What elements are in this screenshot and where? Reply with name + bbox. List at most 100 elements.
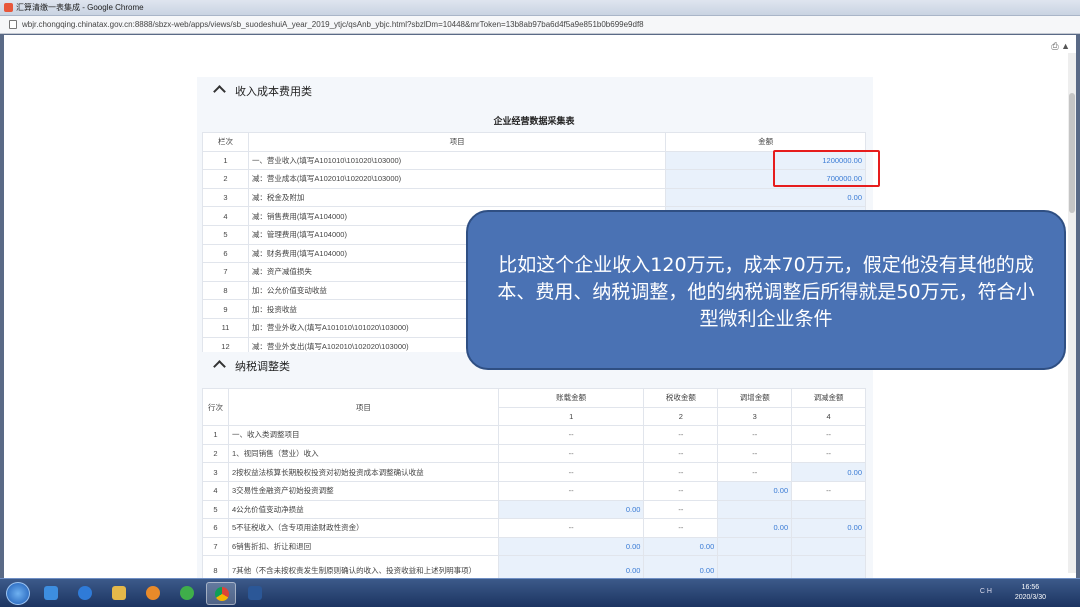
row-item-label: 3交易性金融资产初始投资调整 (227, 480, 499, 501)
table-row: 7 6销售折扣、折让和退回 0.00 0.00 (202, 536, 866, 557)
header-col-number: 4 (791, 406, 866, 427)
table-row: 2 1、视同销售（营业）收入 -- -- -- -- (202, 443, 866, 464)
row-item-label: 一、营业收入(填写A101010\101020\103000) (247, 150, 667, 171)
row-value-cell: -- (791, 443, 866, 464)
table-row: 3 减：税金及附加 0.00 (202, 187, 866, 208)
row-value-cell: -- (643, 518, 719, 538)
taskbar-app-icon[interactable] (36, 582, 66, 605)
tab-favicon-icon (4, 3, 13, 12)
table-header-row: 行次 项目 账载金额 税收金额 调增金额 调减金额 (202, 387, 866, 427)
scrollbar-thumb[interactable] (1069, 93, 1075, 213)
row-value-cell: -- (643, 462, 719, 482)
row-value-cell[interactable]: 0.00 (497, 536, 645, 557)
url-text[interactable]: wbjr.chongqing.chinatax.gov.cn:8888/sbzx… (22, 20, 644, 29)
row-item-label: 4公允价值变动净损益 (227, 499, 499, 520)
window-title: 汇算清缴一表集成 - Google Chrome (16, 3, 144, 12)
row-line-number: 5 (202, 499, 229, 520)
row-item-label: 一、收入类调整项目 (227, 425, 499, 445)
row-line-number: 1 (202, 150, 249, 171)
row-amount-input[interactable]: 0.00 (665, 187, 866, 208)
table-row: 1 一、收入类调整项目 -- -- -- -- (202, 425, 866, 445)
row-value-cell: -- (717, 425, 793, 445)
row-value-cell: -- (717, 462, 793, 482)
taskbar-chrome-icon[interactable] (206, 582, 236, 605)
row-item-label: 1、视同销售（营业）收入 (227, 443, 499, 464)
row-value-cell[interactable]: 0.00 (717, 480, 793, 501)
table-row: 5 4公允价值变动净损益 0.00 -- (202, 499, 866, 520)
row-line-number: 6 (202, 518, 229, 538)
row-item-label: 2按权益法核算长期股权投资对初始投资成本调整确认收益 (227, 462, 499, 482)
row-value-cell[interactable]: 0.00 (717, 518, 793, 538)
row-line-number: 11 (202, 317, 249, 338)
collapse-chevron-icon[interactable] (213, 360, 226, 373)
page-tools-icon[interactable]: ⎙ ▲ (1051, 41, 1070, 52)
row-value-cell[interactable] (717, 536, 793, 557)
taskbar-app-icon[interactable] (172, 582, 202, 605)
system-tray: CH 16:56 2020/3/30 (874, 582, 1074, 605)
row-line-number: 7 (202, 262, 249, 282)
row-value-cell: -- (643, 480, 719, 501)
row-line-number: 1 (202, 425, 229, 445)
row-line-number: 3 (202, 462, 229, 482)
header-book: 账载金额 (497, 388, 645, 408)
table-header-row: 栏次 项目 金额 (202, 132, 866, 152)
taskbar-app-icon[interactable] (104, 582, 134, 605)
row-value-cell[interactable]: 0.00 (643, 536, 719, 557)
window-title-bar: 汇算清缴一表集成 - Google Chrome (0, 0, 1080, 16)
row-value-cell[interactable] (791, 499, 866, 520)
header-item: 项目 (247, 132, 667, 152)
tray-date: 2020/3/30 (1014, 594, 1046, 601)
header-tax: 税收金额 (643, 388, 719, 408)
header-decrease: 调减金额 (791, 388, 866, 408)
tray-clock[interactable]: 16:56 2020/3/30 (1015, 583, 1046, 603)
tax-adjustment-table: 行次 项目 账载金额 税收金额 调增金额 调减金额 1 2 3 4 1 一、收入类… (202, 387, 866, 587)
row-value-cell[interactable]: 0.00 (791, 462, 866, 482)
row-value-cell: -- (791, 480, 866, 501)
header-col-number: 2 (643, 406, 719, 427)
taskbar: CH 16:56 2020/3/30 (0, 578, 1080, 607)
start-button[interactable] (6, 582, 30, 605)
row-item-label: 减：税金及附加 (247, 187, 667, 208)
table-row: 4 3交易性金融资产初始投资调整 -- -- 0.00 -- (202, 480, 866, 501)
row-line-number: 4 (202, 206, 249, 226)
row-value-cell[interactable]: 0.00 (791, 518, 866, 538)
row-line-number: 5 (202, 224, 249, 245)
row-value-cell: -- (497, 443, 645, 464)
row-item-label: 5不征税收入（含专项用途财政性资金） (227, 518, 499, 538)
row-value-cell[interactable]: 0.00 (497, 499, 645, 520)
page-scrollbar[interactable] (1068, 53, 1076, 573)
row-line-number: 7 (202, 536, 229, 557)
header-increase: 调增金额 (717, 388, 793, 408)
row-line-number: 9 (202, 299, 249, 319)
row-value-cell[interactable] (791, 536, 866, 557)
section-tax-adjust-label: 纳税调整类 (235, 361, 290, 373)
row-value-cell: -- (497, 518, 645, 538)
row-item-label: 减：营业成本(填写A102010\102020\103000) (247, 169, 667, 189)
row-value-cell: -- (643, 425, 719, 445)
page-info-icon[interactable] (9, 20, 17, 29)
header-col-number: 1 (497, 406, 645, 427)
row-value-cell: -- (497, 480, 645, 501)
row-item-label: 6销售折扣、折让和退回 (227, 536, 499, 557)
callout-text: 比如这个企业收入120万元，成本70万元，假定他没有其他的成本、费用、纳税调整，… (497, 254, 1035, 330)
row-value-cell: -- (791, 425, 866, 445)
table-row: 1 一、营业收入(填写A101010\101020\103000) 1200000.… (202, 150, 866, 171)
taskbar-word-icon[interactable] (240, 582, 270, 605)
row-value-cell: -- (497, 425, 645, 445)
row-line-number: 3 (202, 187, 249, 208)
tray-time: 16:56 (1021, 584, 1040, 591)
row-value-cell: -- (643, 499, 719, 520)
address-bar[interactable]: wbjr.chongqing.chinatax.gov.cn:8888/sbzx… (0, 16, 1080, 34)
header-line: 行次 (202, 387, 229, 427)
table-row: 2 减：营业成本(填写A102010\102020\103000) 700000.0… (202, 169, 866, 189)
header-line: 栏次 (202, 132, 249, 152)
row-value-cell: -- (497, 462, 645, 482)
section-income-cost-header[interactable]: 收入成本费用类 (197, 79, 873, 101)
collapse-chevron-icon[interactable] (213, 85, 226, 98)
taskbar-app-icon[interactable] (70, 582, 100, 605)
row-value-cell: -- (643, 443, 719, 464)
taskbar-app-icon[interactable] (138, 582, 168, 605)
section-income-cost-label: 收入成本费用类 (235, 86, 312, 98)
tray-language[interactable]: CH (980, 588, 994, 595)
row-value-cell[interactable] (717, 499, 793, 520)
